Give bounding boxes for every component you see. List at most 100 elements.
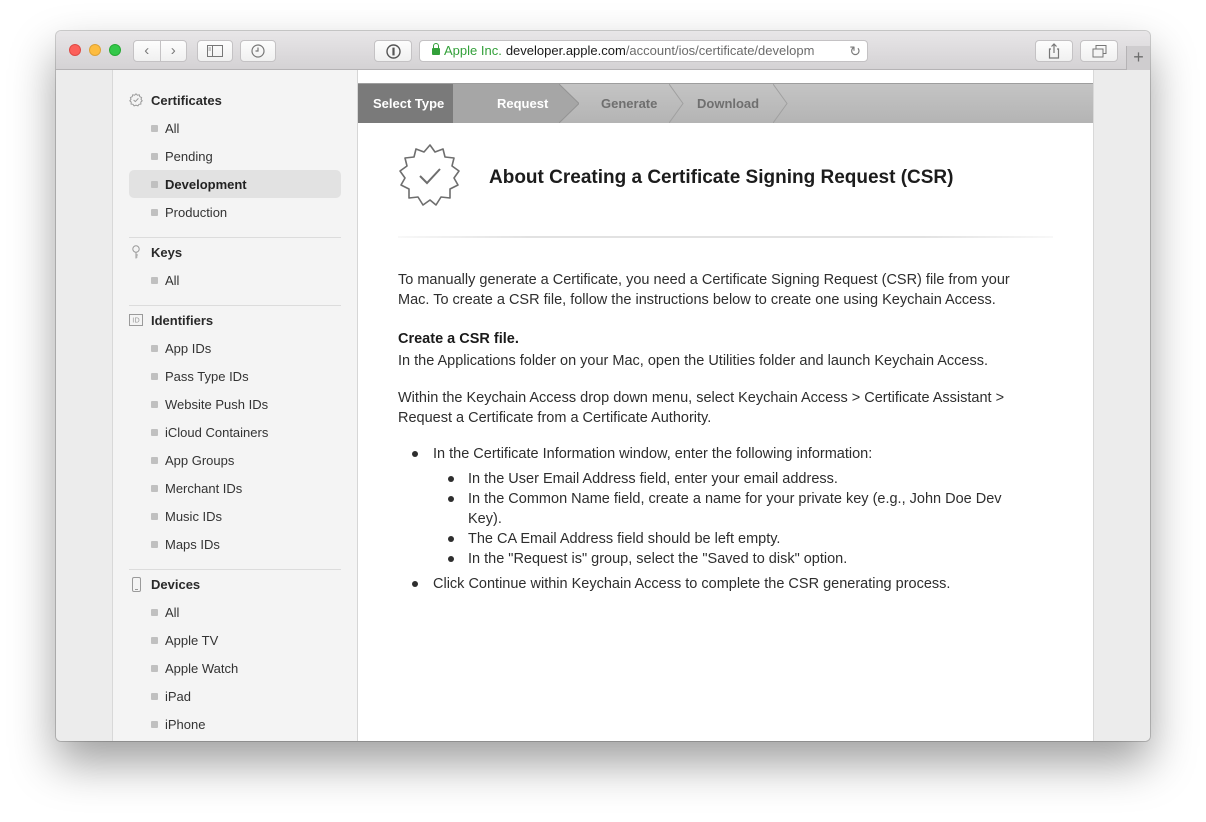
url-path: /account/ios/certificate/developm — [625, 43, 815, 58]
sidebar-item-apple-tv[interactable]: Apple TV — [129, 626, 341, 654]
address-bar[interactable]: Apple Inc. developer.apple.com/account/io… — [419, 40, 868, 62]
applications-paragraph: In the Applications folder on your Mac, … — [398, 353, 989, 369]
zoom-window-button[interactable] — [109, 44, 121, 56]
title-divider — [398, 236, 1053, 238]
bullet-icon — [151, 180, 158, 188]
history-button[interactable] — [240, 40, 276, 62]
keychain-menu-paragraph: Within the Keychain Access drop down men… — [398, 388, 1048, 428]
sidebar-item-label: Apple Watch — [165, 660, 239, 676]
sidebar-item-label: iCloud Containers — [165, 424, 269, 440]
toolbar: ‹ › Apple Inc. developer.apple.com/accoun… — [56, 31, 1150, 70]
list-item-text: In the Certificate Information window, e… — [433, 446, 873, 462]
bullet-icon — [412, 581, 418, 587]
share-icon — [1048, 43, 1060, 59]
lock-icon — [432, 43, 440, 55]
url-host: developer.apple.com — [505, 43, 626, 58]
sidebar: Certificates All Pending Development Pro… — [113, 70, 358, 741]
bullet-icon — [151, 208, 158, 216]
bullet-icon — [151, 608, 158, 616]
sidebar-item-icloud-containers[interactable]: iCloud Containers — [129, 418, 341, 446]
section-devices: Devices — [129, 574, 200, 594]
list-item-text: In the User Email Address field, enter y… — [468, 471, 838, 487]
list-item-text: In the "Request is" group, select the "S… — [468, 551, 848, 567]
sidebar-divider — [129, 237, 341, 238]
step-label: Generate — [601, 96, 658, 111]
section-identifiers: ID Identifiers — [129, 310, 213, 330]
sidebar-item-music-ids[interactable]: Music IDs — [129, 502, 341, 530]
sidebar-item-apple-watch[interactable]: Apple Watch — [129, 654, 341, 682]
sidebar-item-label: Development — [165, 176, 247, 192]
bullet-icon — [151, 428, 158, 436]
sidebar-item-label: App IDs — [165, 340, 212, 356]
key-icon — [129, 244, 143, 259]
show-tabs-button[interactable] — [1080, 40, 1118, 62]
browser-window: ‹ › Apple Inc. developer.apple.com/accoun… — [56, 31, 1150, 741]
clock-icon — [251, 44, 265, 58]
sidebar-item-merchant-ids[interactable]: Merchant IDs — [129, 474, 341, 502]
sidebar-item-label: All — [165, 120, 180, 136]
sidebar-item-iphone[interactable]: iPhone — [129, 710, 341, 738]
bullet-icon — [448, 556, 454, 562]
sidebar-item-label: iPhone — [165, 716, 206, 732]
sidebar-item-maps-ids[interactable]: Maps IDs — [129, 530, 341, 558]
bullet-icon — [151, 344, 158, 352]
reload-icon[interactable]: ↻ — [849, 41, 861, 61]
sidebar-icon — [207, 45, 223, 57]
step-progress-bar: Select Type Request Generate Download — [358, 83, 1093, 123]
bullet-icon — [151, 664, 158, 672]
share-button[interactable] — [1035, 40, 1073, 62]
sidebar-item-app-groups[interactable]: App Groups — [129, 446, 341, 474]
bullet-icon — [448, 496, 454, 502]
minimize-window-button[interactable] — [89, 44, 101, 56]
sidebar-item-app-ids[interactable]: App IDs — [129, 334, 341, 362]
sidebar-item-label: Music IDs — [165, 508, 223, 524]
sidebar-item-keys-all[interactable]: All — [129, 266, 341, 294]
bullet-icon — [151, 720, 158, 728]
sidebar-item-label: Website Push IDs — [165, 396, 269, 412]
step-label: Download — [697, 96, 760, 111]
sidebar-toggle-button[interactable] — [197, 40, 233, 62]
bullet-icon — [151, 512, 158, 520]
step-label: Select Type — [373, 96, 445, 111]
bullet-icon — [151, 692, 158, 700]
sidebar-item-development[interactable]: Development — [129, 170, 341, 198]
forward-chevron-icon[interactable]: › — [161, 41, 187, 61]
list-item-text: In the Common Name field, create a name … — [468, 491, 1002, 507]
sidebar-divider — [129, 569, 341, 570]
device-icon — [129, 576, 143, 592]
new-tab-button[interactable]: + — [1126, 46, 1150, 70]
sidebar-item-devices-all[interactable]: All — [129, 598, 341, 626]
back-chevron-icon[interactable]: ‹ — [134, 41, 160, 61]
bullet-icon — [151, 484, 158, 492]
step-generate: Generate — [559, 84, 669, 123]
bullet-icon — [151, 540, 158, 548]
intro-paragraph: To manually generate a Certificate, you … — [398, 270, 1048, 310]
intro-line: Mac. To create a CSR file, follow the in… — [398, 292, 996, 308]
sidebar-item-label: Pending — [165, 148, 213, 164]
step-label: Request — [497, 96, 549, 111]
sidebar-item-label: iPad — [165, 688, 192, 704]
section-title: Keys — [151, 244, 183, 260]
reader-button[interactable] — [374, 40, 412, 62]
bullet-icon — [151, 152, 158, 160]
sidebar-item-pass-type-ids[interactable]: Pass Type IDs — [129, 362, 341, 390]
close-window-button[interactable] — [69, 44, 81, 56]
sidebar-item-label: All — [165, 604, 180, 620]
paragraph-line: Request a Certificate from a Certificate… — [398, 410, 712, 426]
step-download: Download — [669, 84, 779, 123]
sidebar-item-ipad[interactable]: iPad — [129, 682, 341, 710]
page-title: About Creating a Certificate Signing Req… — [489, 167, 954, 188]
sidebar-item-label: Maps IDs — [165, 536, 220, 552]
sidebar-item-certificates-all[interactable]: All — [129, 114, 341, 142]
bullet-icon — [151, 636, 158, 644]
csr-heading: Create a CSR file. — [398, 331, 519, 347]
section-certificates: Certificates — [129, 90, 222, 110]
sidebar-item-label: App Groups — [165, 452, 235, 468]
bullet-icon — [151, 276, 158, 284]
sidebar-item-production[interactable]: Production — [129, 198, 341, 226]
sidebar-item-pending[interactable]: Pending — [129, 142, 341, 170]
sidebar-item-website-push-ids[interactable]: Website Push IDs — [129, 390, 341, 418]
main-content: Select Type Request Generate Download Ab… — [358, 70, 1093, 741]
bullet-icon — [448, 536, 454, 542]
section-title: Devices — [151, 576, 201, 592]
